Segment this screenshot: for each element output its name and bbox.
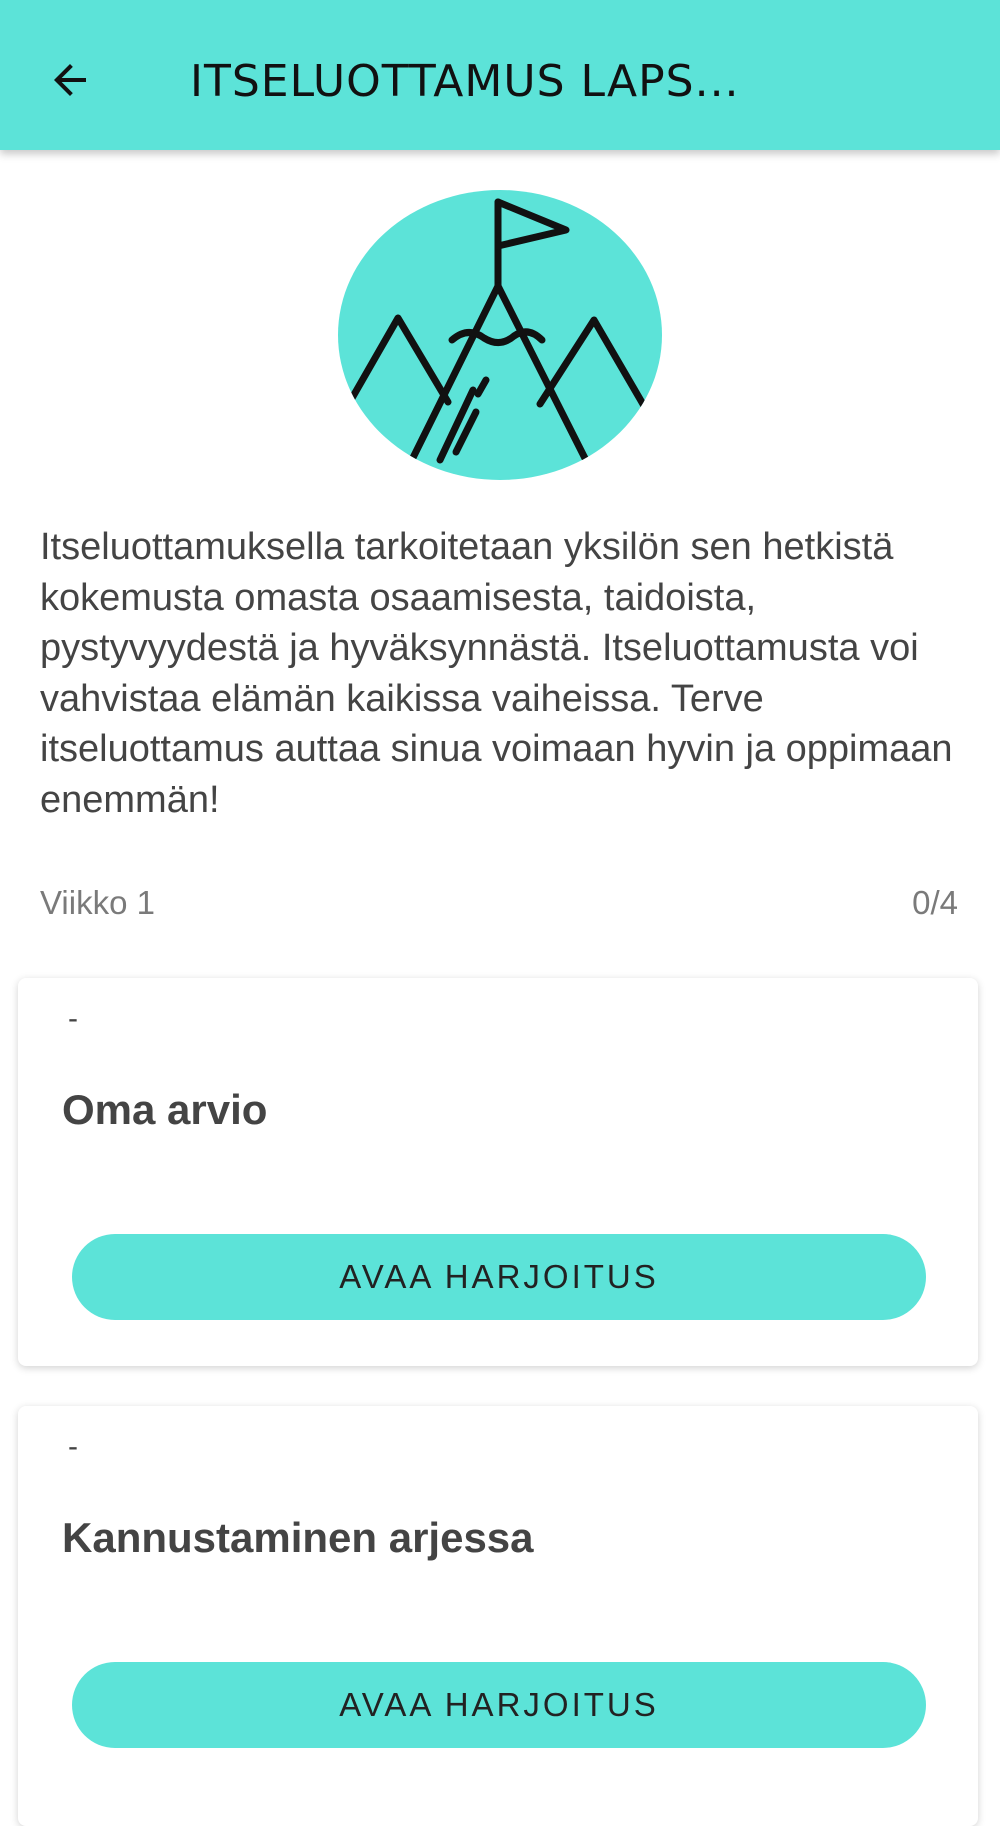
exercise-card: - Kannustaminen arjessa AVAA HARJOITUS: [18, 1406, 978, 1826]
card-title: Oma arvio: [62, 1086, 268, 1133]
card-title: Kannustaminen arjessa: [62, 1514, 534, 1561]
open-exercise-button[interactable]: AVAA HARJOITUS: [72, 1234, 926, 1320]
page-title: ITSELUOTTAMUS LAPS...: [190, 56, 740, 107]
card-status: -: [68, 1002, 78, 1035]
description-text: Itseluottamuksella tarkoitetaan yksilön …: [40, 526, 953, 821]
mountain-flag-icon: [338, 190, 662, 480]
hero-image: [338, 190, 662, 480]
open-exercise-button[interactable]: AVAA HARJOITUS: [72, 1662, 926, 1748]
back-button[interactable]: [36, 46, 104, 114]
week-label: Viikko 1: [40, 884, 155, 921]
arrow-left-icon: [54, 64, 86, 96]
app-bar: ITSELUOTTAMUS LAPS...: [0, 0, 1000, 150]
week-progress: 0/4: [912, 884, 958, 921]
exercise-card: - Oma arvio AVAA HARJOITUS: [18, 978, 978, 1366]
card-status: -: [68, 1430, 78, 1463]
